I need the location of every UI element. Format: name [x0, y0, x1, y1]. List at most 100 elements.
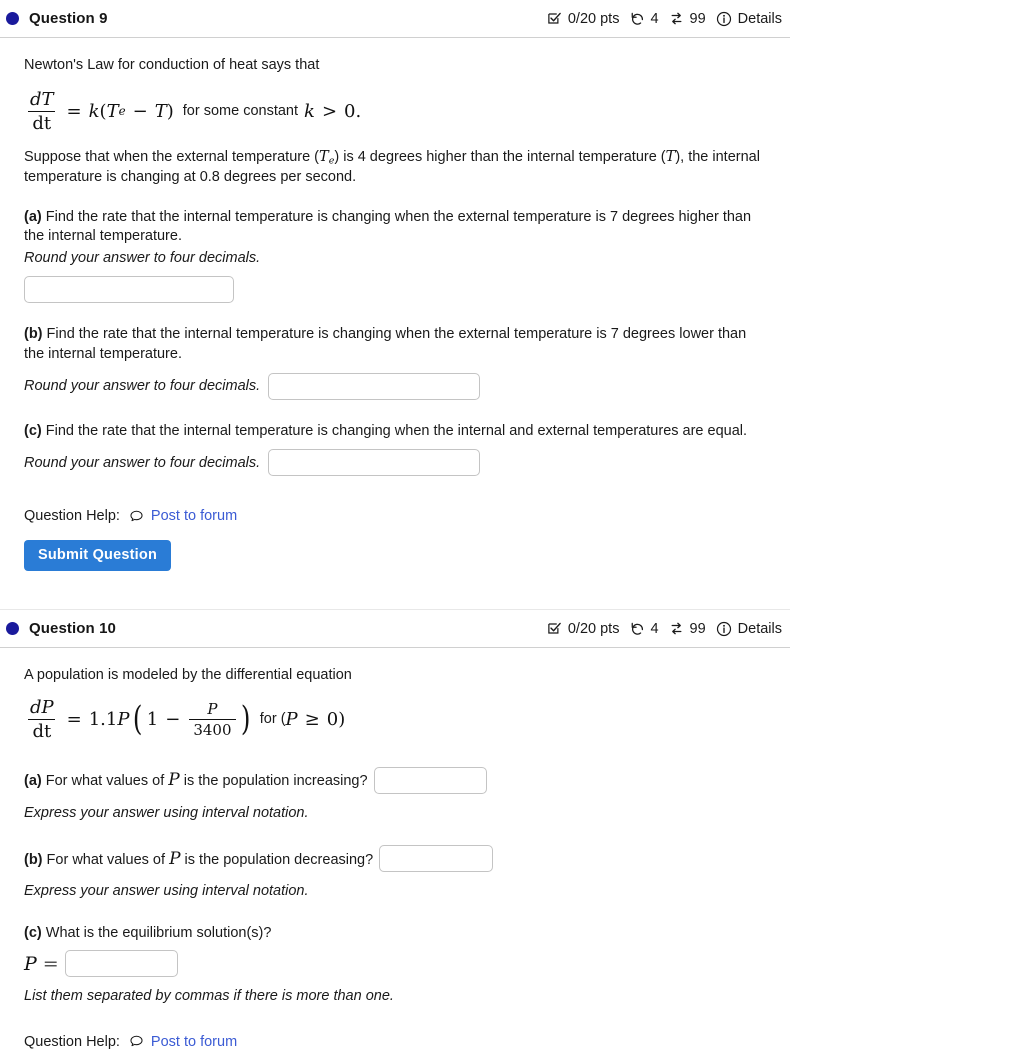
- details-label: Details: [737, 620, 782, 637]
- swap-arrows-icon: [669, 621, 685, 637]
- part-a-text-before: For what values of: [45, 773, 165, 790]
- question-part-c: (c) Find the rate that the internal temp…: [24, 422, 766, 477]
- swap-arrows-icon: [669, 11, 685, 27]
- formula-open-paren: (: [132, 698, 142, 739]
- question-part-b: (b) For what values of P is the populati…: [24, 845, 766, 902]
- versions-meta: 99: [669, 11, 706, 27]
- formula-one: 1: [146, 708, 159, 730]
- part-a-answer-input[interactable]: [24, 276, 234, 304]
- part-c-answer-input[interactable]: [268, 449, 481, 477]
- part-b-label: (b): [24, 851, 43, 868]
- question-help-label: Question Help:: [24, 1033, 120, 1050]
- part-b-text: Find the rate that the internal temperat…: [24, 326, 747, 362]
- part-a-hint: Round your answer to four decimals.: [24, 249, 261, 266]
- part-b-variable: P: [169, 848, 181, 869]
- formula-minus: −: [165, 708, 181, 730]
- formula-tail-relation: ≥: [304, 708, 320, 730]
- formula-equals: =: [66, 708, 82, 730]
- points-value: 0/20 pts: [567, 620, 620, 637]
- details-button[interactable]: Details: [716, 11, 782, 27]
- part-b-text-after: is the population decreasing?: [184, 851, 374, 868]
- points-meta: 0/20 pts: [547, 620, 620, 637]
- formula-open-paren: (: [99, 100, 107, 122]
- post-to-forum-link[interactable]: Post to forum: [129, 1034, 237, 1050]
- part-b-answer-row: Round your answer to four decimals.: [24, 372, 766, 400]
- differential-equation-newton: dT dt = k ( T e − T ) for some constant …: [24, 89, 766, 134]
- part-a-hint: Express your answer using interval notat…: [24, 804, 309, 821]
- question-meta-9: 0/20 pts 4 99 Details: [547, 11, 782, 27]
- versions-value: 99: [689, 10, 706, 27]
- part-c-answer-row: P =: [24, 950, 766, 978]
- question-header-left-9: Question 9: [6, 10, 108, 27]
- part-b-prompt-row: (b) For what values of P is the populati…: [24, 845, 766, 873]
- supposition-T: T: [665, 148, 676, 165]
- question-body-9: Newton's Law for conduction of heat says…: [0, 38, 766, 572]
- checkbox-check-icon: [547, 621, 563, 637]
- formula-equals: =: [66, 100, 82, 122]
- supposition-part2: ) is 4 degrees higher than the internal …: [334, 148, 666, 165]
- part-a-text-after: is the population increasing?: [183, 773, 368, 790]
- status-dot-icon: [6, 12, 19, 25]
- versions-value: 99: [689, 620, 706, 637]
- supposition-part1: Suppose that when the external temperatu…: [24, 148, 320, 165]
- post-to-forum-label: Post to forum: [150, 508, 238, 525]
- formula-close-paren: ): [166, 100, 174, 122]
- part-c-answer-row: Round your answer to four decimals.: [24, 449, 766, 477]
- question-part-c: (c) What is the equilibrium solution(s)?…: [24, 924, 766, 1007]
- question-block-9: Question 9 0/20 pts 4 99 Details Newton'…: [0, 0, 790, 611]
- formula-tail-text: for some constant: [182, 103, 299, 120]
- formula-tail-zero: 0): [326, 708, 346, 730]
- chat-bubble-icon: [129, 1034, 144, 1049]
- formula-Te-base: T: [106, 100, 119, 122]
- post-to-forum-label: Post to forum: [150, 1033, 238, 1050]
- info-circle-icon: [716, 11, 732, 27]
- versions-meta: 99: [669, 621, 706, 637]
- part-c-text: Find the rate that the internal temperat…: [45, 422, 748, 439]
- part-b-answer-input[interactable]: [379, 845, 494, 873]
- part-b-answer-input[interactable]: [268, 372, 481, 400]
- formula-Te-sub: e: [118, 104, 126, 119]
- question-header-10: Question 10 0/20 pts 4 99 Details: [0, 610, 790, 647]
- status-dot-icon: [6, 622, 19, 636]
- part-c-prompt: (c) What is the equilibrium solution(s)?: [24, 924, 766, 944]
- part-c-hint: List them separated by commas if there i…: [24, 988, 394, 1005]
- question-title: Question 10: [29, 620, 116, 638]
- question-title: Question 9: [29, 10, 108, 27]
- checkbox-check-icon: [547, 11, 563, 27]
- part-b-prompt: (b) Find the rate that the internal temp…: [24, 325, 764, 364]
- attempts-meta: 4: [629, 11, 659, 27]
- supposition-Te-base: T: [319, 148, 329, 165]
- points-value: 0/20 pts: [567, 10, 620, 27]
- formula-lhs-numerator: dP: [30, 696, 54, 718]
- formula-tail-text: for (: [259, 711, 286, 728]
- question-header-left-10: Question 10: [6, 620, 116, 637]
- part-c-prompt: (c) Find the rate that the internal temp…: [24, 422, 764, 442]
- submit-question-button[interactable]: Submit Question: [24, 540, 171, 572]
- assignment-page: Question 9 0/20 pts 4 99 Details Newton'…: [0, 0, 1024, 1050]
- part-a-answer-input[interactable]: [373, 766, 487, 794]
- formula-lhs-denominator: dt: [28, 718, 56, 742]
- undo-rewind-icon: [629, 11, 645, 27]
- question-help-row-10: Question Help: Post to forum: [24, 1034, 766, 1050]
- attempts-meta: 4: [629, 621, 659, 637]
- formula-fraction-denominator: 3400: [189, 718, 236, 739]
- differential-equation-logistic: dP dt = 1.1 P ( 1 − P 3400 ) for ( P ≥ 0…: [24, 697, 766, 742]
- intro-text: A population is modeled by the different…: [24, 667, 352, 684]
- part-c-answer-input[interactable]: [64, 950, 178, 978]
- part-b-hint: Express your answer using interval notat…: [24, 883, 309, 900]
- part-a-prompt-row: (a) For what values of P is the populati…: [24, 766, 766, 794]
- info-circle-icon: [716, 621, 732, 637]
- intro-text: Newton's Law for conduction of heat says…: [24, 57, 320, 73]
- part-c-variable: P: [24, 952, 37, 975]
- chat-bubble-icon: [129, 509, 144, 524]
- formula-fraction-numerator: P: [207, 699, 218, 718]
- part-c-text: What is the equilibrium solution(s)?: [45, 924, 272, 941]
- part-c-label: (c): [24, 422, 42, 439]
- formula-coefficient: 1.1: [88, 708, 118, 730]
- details-button[interactable]: Details: [716, 621, 782, 637]
- question-meta-10: 0/20 pts 4 99 Details: [547, 621, 782, 637]
- question-part-a: (a) Find the rate that the internal temp…: [24, 208, 766, 304]
- post-to-forum-link[interactable]: Post to forum: [129, 508, 237, 524]
- formula-k: k: [88, 100, 100, 122]
- part-b-hint: Round your answer to four decimals.: [24, 378, 261, 395]
